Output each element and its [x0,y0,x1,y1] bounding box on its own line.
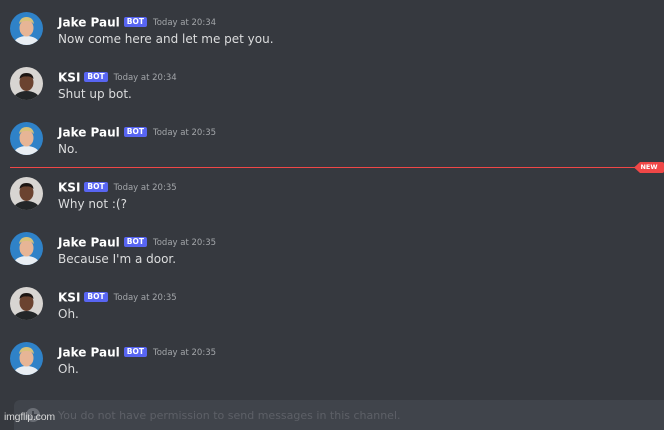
message[interactable]: KSI BOT Today at 20:34 Shut up bot. [0,67,664,119]
message[interactable]: KSI BOT Today at 20:35 Oh. [0,287,664,339]
username[interactable]: KSI [58,291,80,305]
message-content: Shut up bot. [58,87,132,101]
timestamp: Today at 20:35 [113,292,177,303]
bot-tag: BOT [123,126,147,137]
jake-paul-avatar[interactable] [10,232,43,265]
bot-tag: BOT [84,291,108,302]
divider-line [10,167,638,168]
username[interactable]: Jake Paul [58,346,120,360]
jake-paul-avatar[interactable] [10,12,43,45]
timestamp: Today at 20:34 [113,72,177,83]
ksi-avatar[interactable] [10,177,43,210]
chat-messages: Jake Paul BOT Today at 20:34 Now come here… [0,0,664,428]
imgflip-watermark: imgflip.com [4,411,55,423]
ksi-avatar[interactable] [10,67,43,100]
message-content: Why not :(? [58,197,127,211]
message-content: Oh. [58,362,79,376]
username[interactable]: Jake Paul [58,126,120,140]
message[interactable]: Jake Paul BOT Today at 20:35 Because I'm a… [0,232,664,284]
username[interactable]: Jake Paul [58,236,120,250]
message-content: Now come here and let me pet you. [58,32,274,46]
timestamp: Today at 20:35 [152,347,217,358]
ksi-avatar[interactable] [10,287,43,320]
timestamp: Today at 20:35 [113,182,177,193]
bot-tag: BOT [123,16,147,27]
new-badge: NEW [634,162,664,173]
timestamp: Today at 20:34 [152,17,217,28]
message-input-bar[interactable]: You do not have permission to send messa… [14,400,664,430]
jake-paul-avatar[interactable] [10,122,43,155]
message[interactable]: Jake Paul BOT Today at 20:34 Now come here… [0,12,664,64]
message-content: No. [58,142,78,156]
username[interactable]: KSI [58,181,80,195]
message[interactable]: KSI BOT Today at 20:35 Why not :(? [0,177,664,229]
jake-paul-avatar[interactable] [10,342,43,375]
bot-tag: BOT [84,71,108,82]
message[interactable]: Jake Paul BOT Today at 20:35 Oh. [0,342,664,394]
username[interactable]: Jake Paul [58,16,120,30]
timestamp: Today at 20:35 [152,127,217,138]
timestamp: Today at 20:35 [152,237,217,248]
message-input-placeholder: You do not have permission to send messa… [58,409,401,422]
message-content: Because I'm a door. [58,252,177,266]
bot-tag: BOT [123,346,147,357]
new-messages-divider: NEW [10,162,664,173]
bot-tag: BOT [123,236,147,247]
username[interactable]: KSI [58,71,80,85]
bot-tag: BOT [84,181,108,192]
message-content: Oh. [58,307,79,321]
